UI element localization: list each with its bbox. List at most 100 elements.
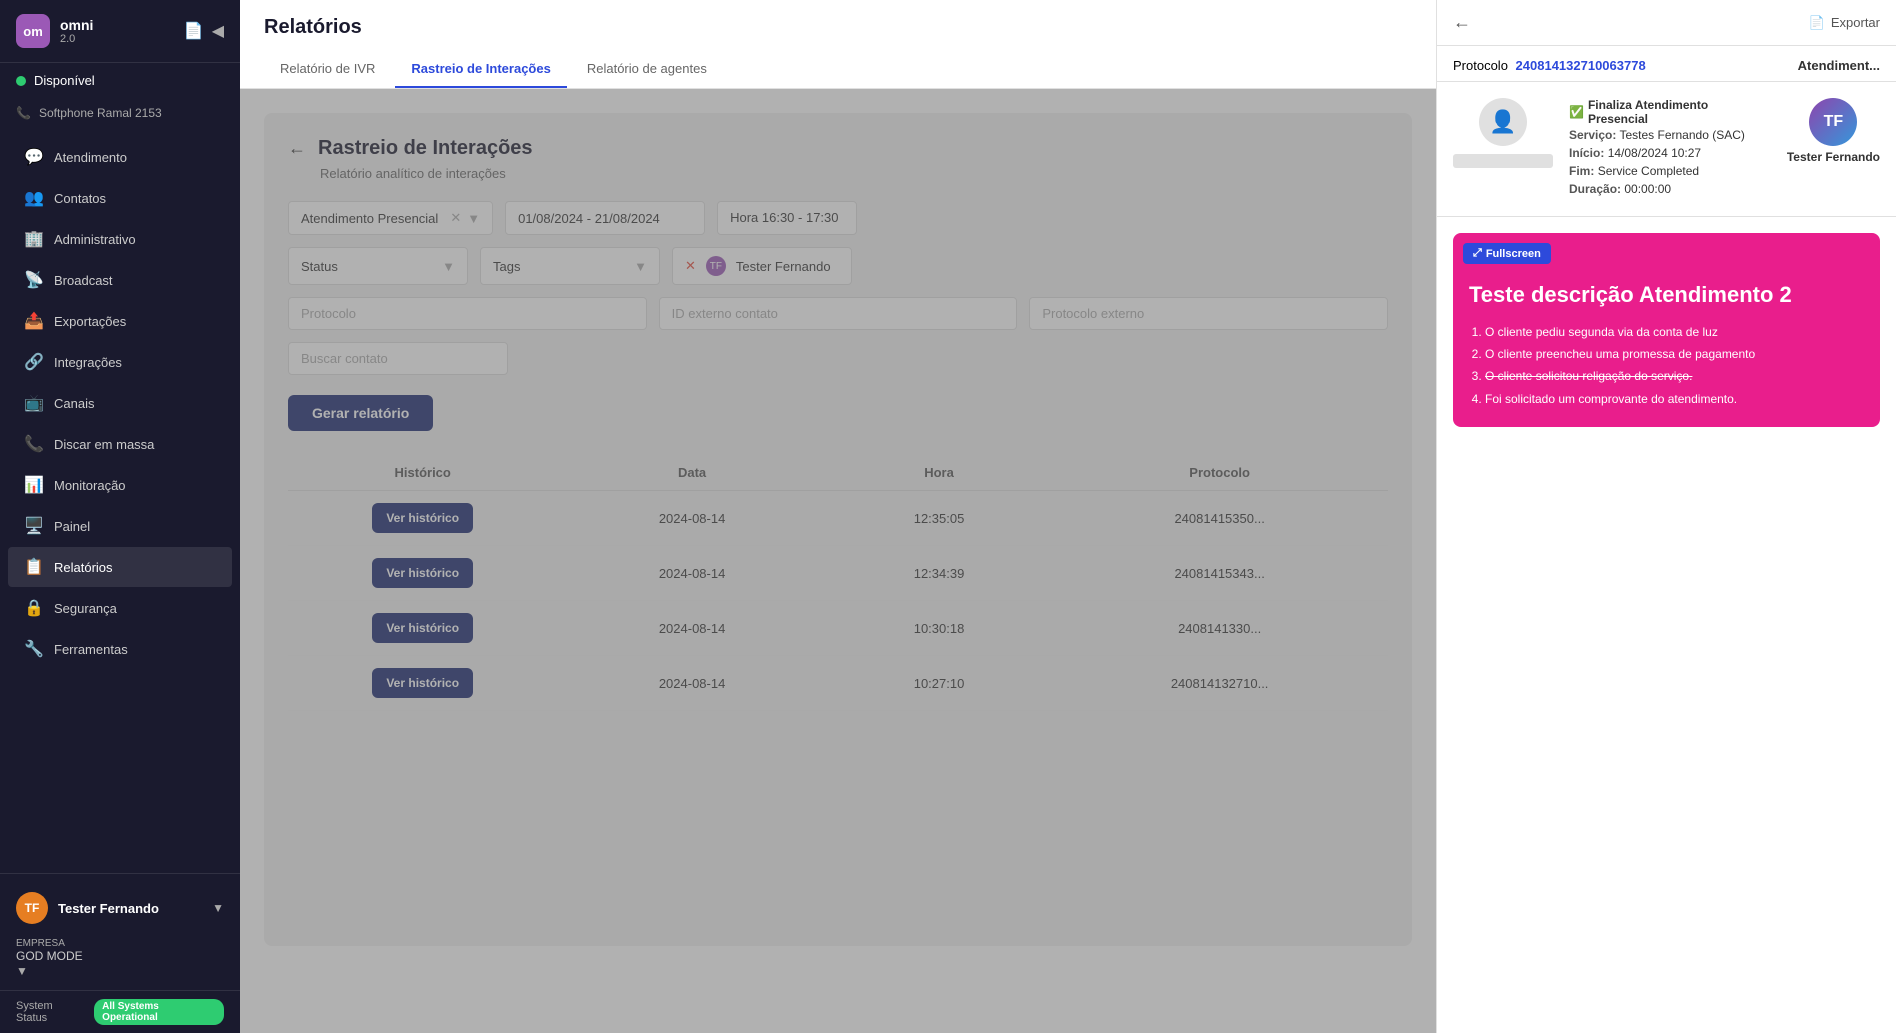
list-item: O cliente preencheu uma promessa de paga… bbox=[1485, 344, 1864, 364]
system-status-bar: System Status All Systems Operational bbox=[0, 990, 240, 1033]
finalize-label: ✅ Finaliza Atendimento Presencial bbox=[1569, 98, 1771, 126]
report-back-button[interactable]: ← bbox=[288, 138, 306, 159]
atendimento-icon: 💬 bbox=[24, 147, 44, 167]
sidebar-item-integracoes[interactable]: 🔗 Integrações bbox=[8, 342, 232, 382]
cell-data-4: 2024-08-14 bbox=[557, 676, 826, 691]
external-id-input[interactable] bbox=[659, 297, 1018, 330]
table-row: Ver histórico 2024-08-14 10:30:18 240814… bbox=[288, 601, 1388, 656]
sidebar-item-monitoracao[interactable]: 📊 Monitoração bbox=[8, 465, 232, 505]
list-item: Foi solicitado um comprovante do atendim… bbox=[1485, 389, 1864, 409]
sidebar-brand: omni 2.0 bbox=[60, 17, 93, 45]
service-filter-x[interactable]: ✕ bbox=[450, 210, 461, 226]
export-button[interactable]: 📄 Exportar bbox=[1809, 15, 1880, 31]
servico-label: Serviço: bbox=[1569, 128, 1616, 142]
sidebar-item-relatorios[interactable]: 📋 Relatórios bbox=[8, 547, 232, 587]
service-filter-arrow: ▼ bbox=[467, 211, 480, 226]
atendiment-label: Atendiment... bbox=[1798, 58, 1880, 73]
ver-historico-button-4[interactable]: Ver histórico bbox=[372, 668, 473, 698]
status-label: Disponível bbox=[34, 73, 95, 88]
filters-row-4 bbox=[288, 342, 1388, 375]
date-range-filter[interactable]: 01/08/2024 - 21/08/2024 bbox=[505, 201, 705, 235]
painel-icon: 🖥️ bbox=[24, 516, 44, 536]
time-range-filter[interactable]: Hora 16:30 - 17:30 bbox=[717, 201, 857, 235]
page-title: Relatórios bbox=[264, 16, 1412, 39]
right-panel-back-button[interactable]: ← bbox=[1453, 12, 1471, 33]
status-placeholder: Status bbox=[301, 259, 338, 274]
cell-data-3: 2024-08-14 bbox=[557, 621, 826, 636]
pink-card: ⤢ Fullscreen Teste descrição Atendimento… bbox=[1453, 233, 1880, 427]
fullscreen-icon: ⤢ bbox=[1473, 247, 1482, 260]
sidebar-footer: TF Tester Fernando ▼ EMPRESA GOD MODE ▼ bbox=[0, 873, 240, 990]
protocol-label: Protocolo bbox=[1453, 58, 1508, 73]
col-header-historico: Histórico bbox=[288, 465, 557, 480]
sidebar-item-canais[interactable]: 📺 Canais bbox=[8, 383, 232, 423]
monitoracao-icon: 📊 bbox=[24, 475, 44, 495]
export-label: Exportar bbox=[1831, 15, 1880, 30]
contact-search-input[interactable] bbox=[288, 342, 508, 375]
sidebar-item-administrativo[interactable]: 🏢 Administrativo bbox=[8, 219, 232, 259]
collapse-sidebar-icon[interactable]: ◀ bbox=[212, 21, 224, 41]
report-inner: ← Rastreio de Interações Relatório analí… bbox=[264, 113, 1412, 946]
fim-label: Fim: bbox=[1569, 164, 1594, 178]
tab-interacoes[interactable]: Rastreio de Interações bbox=[395, 51, 566, 88]
agent-avatar: TF bbox=[1809, 98, 1857, 146]
ver-historico-button-1[interactable]: Ver histórico bbox=[372, 503, 473, 533]
document-icon[interactable]: 📄 bbox=[184, 21, 204, 41]
contact-info: ✅ Finaliza Atendimento Presencial Serviç… bbox=[1569, 98, 1771, 200]
report-title: Rastreio de Interações bbox=[318, 137, 533, 160]
user-name: Tester Fernando bbox=[58, 901, 202, 916]
sidebar-item-atendimento[interactable]: 💬 Atendimento bbox=[8, 137, 232, 177]
cell-protocolo-4: 240814132710... bbox=[1051, 676, 1388, 691]
generate-report-button[interactable]: Gerar relatório bbox=[288, 395, 433, 431]
user-chevron-icon: ▼ bbox=[212, 901, 224, 915]
ver-historico-button-2[interactable]: Ver histórico bbox=[372, 558, 473, 588]
sidebar-item-seguranca[interactable]: 🔒 Segurança bbox=[8, 588, 232, 628]
protocol-input[interactable] bbox=[288, 297, 647, 330]
table-header: Histórico Data Hora Protocolo bbox=[288, 455, 1388, 491]
availability-status[interactable]: Disponível bbox=[0, 63, 240, 98]
service-filter[interactable]: Atendimento Presencial ✕ ▼ bbox=[288, 201, 493, 235]
tab-agentes[interactable]: Relatório de agentes bbox=[571, 51, 723, 88]
table-row: Ver histórico 2024-08-14 12:34:39 240814… bbox=[288, 546, 1388, 601]
brand-version: 2.0 bbox=[60, 33, 93, 45]
servico-row: Serviço: Testes Fernando (SAC) bbox=[1569, 128, 1771, 142]
main-content: Relatórios Relatório de IVR Rastreio de … bbox=[240, 0, 1436, 1033]
protocol-section: Protocolo 240814132710063778 Atendiment.… bbox=[1437, 46, 1896, 82]
sidebar-item-exportacoes[interactable]: 📤 Exportações bbox=[8, 301, 232, 341]
report-table: Histórico Data Hora Protocolo Ver histór… bbox=[288, 455, 1388, 711]
agent-filter[interactable]: ✕ TF Tester Fernando bbox=[672, 247, 852, 285]
sidebar-item-contatos[interactable]: 👥 Contatos bbox=[8, 178, 232, 218]
integracoes-icon: 🔗 bbox=[24, 352, 44, 372]
sidebar-item-painel[interactable]: 🖥️ Painel bbox=[8, 506, 232, 546]
pink-card-list: O cliente pediu segunda via da conta de … bbox=[1469, 322, 1864, 410]
tags-filter[interactable]: Tags ▼ bbox=[480, 247, 660, 285]
user-info[interactable]: TF Tester Fernando ▼ bbox=[16, 886, 224, 930]
contact-avatar: 👤 bbox=[1479, 98, 1527, 146]
ver-historico-button-3[interactable]: Ver histórico bbox=[372, 613, 473, 643]
sidebar-item-label: Broadcast bbox=[54, 273, 113, 288]
right-panel-header: ← 📄 Exportar bbox=[1437, 0, 1896, 46]
sidebar-item-broadcast[interactable]: 📡 Broadcast bbox=[8, 260, 232, 300]
status-indicator bbox=[16, 76, 26, 86]
sidebar-item-label: Contatos bbox=[54, 191, 106, 206]
status-filter[interactable]: Status ▼ bbox=[288, 247, 468, 285]
sidebar-logo: om omni 2.0 bbox=[16, 14, 93, 48]
col-header-hora: Hora bbox=[827, 465, 1051, 480]
company-value: GOD MODE bbox=[16, 949, 224, 963]
cell-protocolo-1: 24081415350... bbox=[1051, 511, 1388, 526]
system-status-badge: All Systems Operational bbox=[94, 999, 224, 1025]
duracao-row: Duração: 00:00:00 bbox=[1569, 182, 1771, 196]
sidebar-item-discar-em-massa[interactable]: 📞 Discar em massa bbox=[8, 424, 232, 464]
sidebar-item-label: Exportações bbox=[54, 314, 126, 329]
right-panel: ← 📄 Exportar Protocolo 24081413271006377… bbox=[1436, 0, 1896, 1033]
user-avatar: TF bbox=[16, 892, 48, 924]
fullscreen-button[interactable]: ⤢ Fullscreen bbox=[1463, 243, 1551, 264]
date-range-value: 01/08/2024 - 21/08/2024 bbox=[518, 211, 660, 226]
tab-ivr[interactable]: Relatório de IVR bbox=[264, 51, 391, 88]
brand-name: omni bbox=[60, 17, 93, 33]
agent-filter-x[interactable]: ✕ bbox=[685, 258, 696, 274]
cell-hora-3: 10:30:18 bbox=[827, 621, 1051, 636]
sidebar-item-ferramentas[interactable]: 🔧 Ferramentas bbox=[8, 629, 232, 669]
external-protocol-input[interactable] bbox=[1029, 297, 1388, 330]
report-content: ← Rastreio de Interações Relatório analí… bbox=[240, 89, 1436, 1033]
